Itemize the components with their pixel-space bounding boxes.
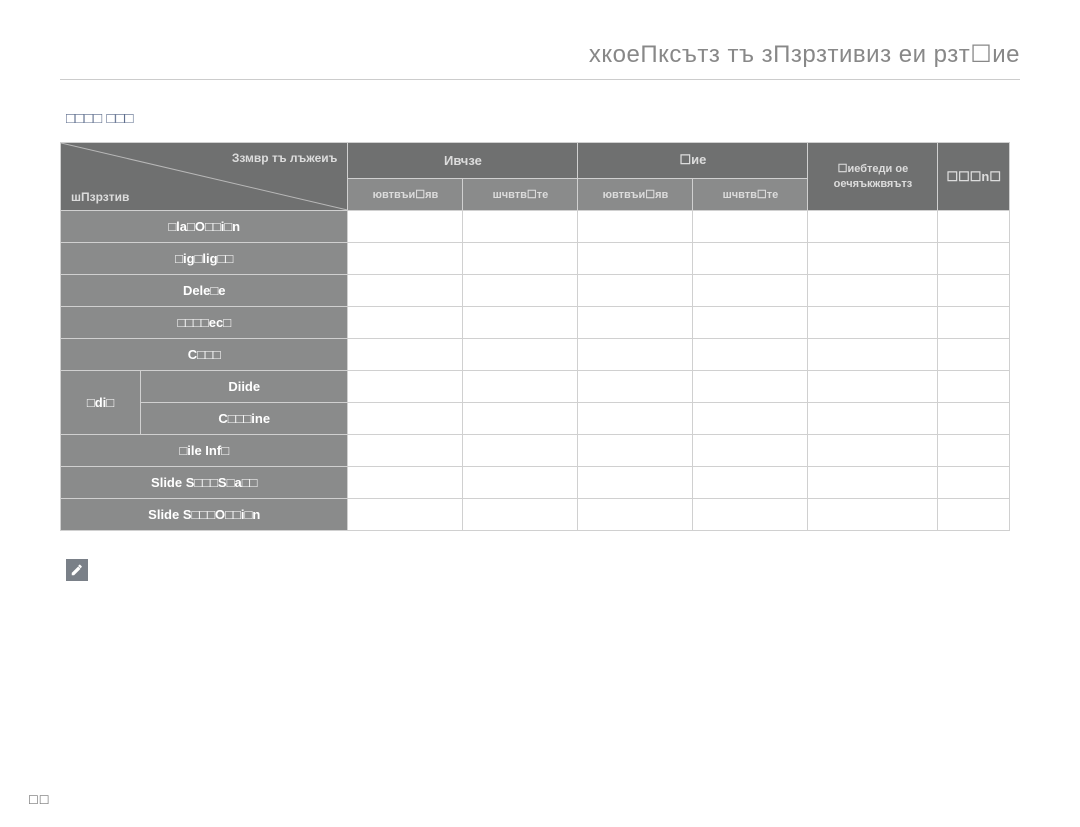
- row-sublabel: Diide: [141, 371, 348, 403]
- sub-header: ювтвъи☐яв: [578, 178, 693, 210]
- row-label-edit: □di□: [61, 371, 141, 435]
- sub-header: шчвтв☐те: [693, 178, 808, 210]
- page-number: ☐☐: [28, 793, 50, 807]
- diag-bottom-label: шПзрзтив: [71, 190, 129, 204]
- row-label: □ig□lig□□: [61, 243, 348, 275]
- row-label: Slide S□□□O□□i□n: [61, 499, 348, 531]
- sub-header: ювтвъи☐яв: [348, 178, 463, 210]
- row-label: C□□□: [61, 339, 348, 371]
- sub-header: шчвтв☐те: [463, 178, 578, 210]
- col-header-other: ☐☐☐n☐: [938, 143, 1010, 211]
- divider: [60, 79, 1020, 80]
- row-label: Slide S□□□S□a□□: [61, 467, 348, 499]
- col-header-movie: ☐ие: [578, 143, 808, 179]
- table-header-diagonal: Ззмвр тъ лъжеиъ шПзрзтив: [61, 143, 348, 211]
- row-label: □la□O□□i□n: [61, 211, 348, 243]
- row-label: □ile Inf□: [61, 435, 348, 467]
- row-label: □□□□ec□: [61, 307, 348, 339]
- note-row: [60, 559, 1020, 581]
- section-title: □□□□ □□□: [60, 100, 1020, 142]
- note-icon: [66, 559, 88, 581]
- row-sublabel: C□□□ine: [141, 403, 348, 435]
- col-header-background: ☐иебтеди ое оечяъкжвяътз: [808, 143, 938, 211]
- row-label: Dele□e: [61, 275, 348, 307]
- diag-top-label: Ззмвр тъ лъжеиъ: [232, 151, 338, 167]
- feature-table: Ззмвр тъ лъжеиъ шПзрзтив Ивчзе ☐ие ☐иебт…: [60, 142, 1010, 531]
- chapter-title: хкоеПксътз тъ зПзрзтивиз еи рзт☐ие: [60, 0, 1020, 79]
- col-header-image: Ивчзе: [348, 143, 578, 179]
